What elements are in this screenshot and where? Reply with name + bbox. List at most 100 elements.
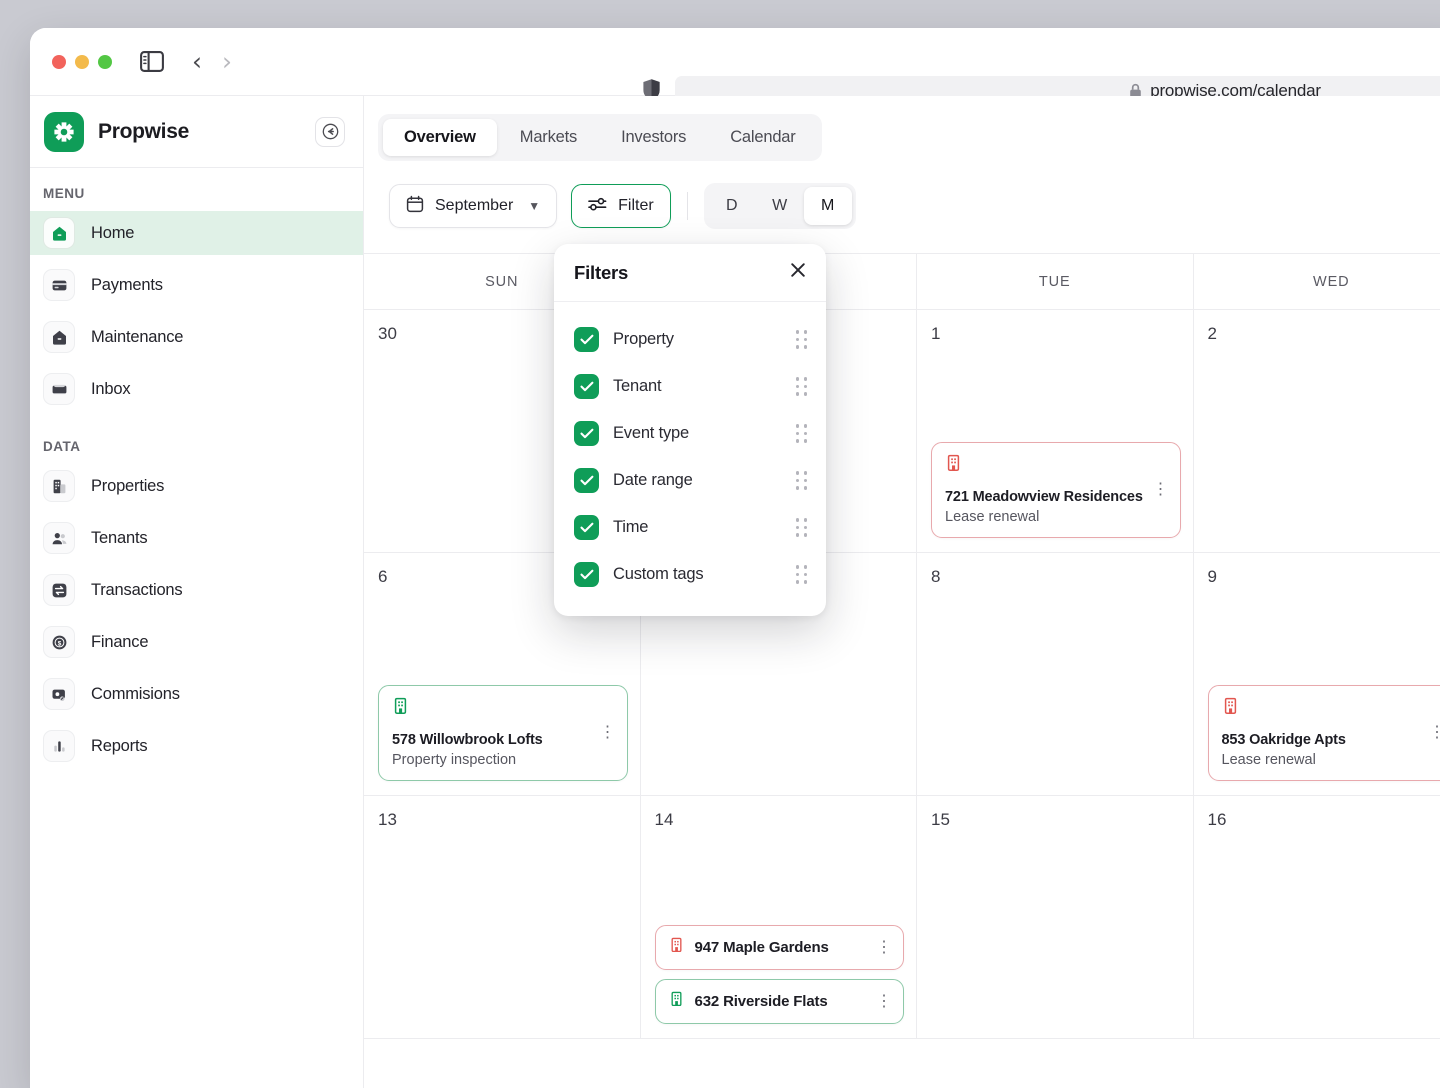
calendar-day-cell[interactable]: 16 bbox=[1194, 796, 1440, 1038]
tab-overview[interactable]: Overview bbox=[383, 119, 497, 156]
drag-handle-icon[interactable] bbox=[796, 471, 808, 489]
filter-item-tenant[interactable]: Tenant bbox=[554, 363, 826, 410]
checkbox-checked-icon[interactable] bbox=[574, 327, 599, 352]
drag-handle-icon[interactable] bbox=[796, 424, 808, 442]
checkbox-checked-icon[interactable] bbox=[574, 562, 599, 587]
sidebar-item-finance[interactable]: $ Finance bbox=[30, 620, 363, 664]
sidebar-nav: MENU Home Payments bbox=[30, 168, 363, 768]
checkbox-checked-icon[interactable] bbox=[574, 468, 599, 493]
building-icon bbox=[43, 470, 75, 502]
toolbar-divider bbox=[687, 192, 688, 220]
forward-arrow-icon[interactable]: › bbox=[222, 49, 232, 74]
sidebar-item-label: Home bbox=[91, 224, 134, 243]
sidebar-item-label: Reports bbox=[91, 737, 147, 756]
view-mode-month[interactable]: M bbox=[804, 187, 852, 225]
filter-button[interactable]: Filter bbox=[571, 184, 671, 228]
filter-label: Time bbox=[613, 518, 648, 537]
sidebar-item-label: Maintenance bbox=[91, 328, 183, 347]
day-number: 16 bbox=[1208, 810, 1440, 830]
filters-list: Property Tenant Event bbox=[554, 302, 826, 616]
sidebar-item-label: Payments bbox=[91, 276, 163, 295]
building-icon bbox=[669, 991, 684, 1012]
kebab-menu-icon[interactable]: ⋮ bbox=[1429, 725, 1440, 741]
calendar-day-cell[interactable]: 14 bbox=[641, 796, 918, 1038]
month-picker-button[interactable]: September ▼ bbox=[389, 184, 557, 228]
checkbox-checked-icon[interactable] bbox=[574, 421, 599, 446]
collapse-sidebar-icon[interactable] bbox=[315, 117, 345, 147]
day-header-wed: WED bbox=[1194, 254, 1440, 309]
kebab-menu-icon[interactable]: ⋮ bbox=[1153, 482, 1169, 498]
drag-handle-icon[interactable] bbox=[796, 565, 808, 583]
kebab-menu-icon[interactable]: ⋮ bbox=[876, 940, 892, 956]
calendar-day-cell[interactable]: 8 bbox=[917, 553, 1194, 795]
browser-window: ‹ › propwise.com/calendar bbox=[30, 28, 1440, 1088]
day-header-tue: TUE bbox=[917, 254, 1194, 309]
filter-item-event-type[interactable]: Event type bbox=[554, 410, 826, 457]
view-mode-day[interactable]: D bbox=[708, 187, 756, 225]
payments-card-icon bbox=[43, 269, 75, 301]
drag-handle-icon[interactable] bbox=[796, 377, 808, 395]
tab-investors[interactable]: Investors bbox=[600, 119, 707, 156]
calendar-day-cell[interactable]: 2 bbox=[1194, 310, 1440, 552]
sidebar-item-reports[interactable]: Reports bbox=[30, 724, 363, 768]
filters-header: Filters bbox=[554, 244, 826, 302]
filter-label: Custom tags bbox=[613, 565, 703, 584]
event-subtitle: Lease renewal bbox=[945, 509, 1168, 525]
chevron-down-icon: ▼ bbox=[528, 199, 540, 213]
filters-popover: Filters Property bbox=[554, 244, 826, 616]
event-card[interactable]: 578 Willowbrook Lofts Property inspectio… bbox=[378, 685, 628, 781]
calendar-day-cell[interactable]: 15 bbox=[917, 796, 1194, 1038]
filter-item-property[interactable]: Property bbox=[554, 316, 826, 363]
kebab-menu-icon[interactable]: ⋮ bbox=[876, 994, 892, 1010]
sidebar-section-menu-label: MENU bbox=[30, 186, 363, 211]
filter-label: Filter bbox=[618, 197, 654, 215]
filter-item-custom-tags[interactable]: Custom tags bbox=[554, 551, 826, 598]
day-number: 1 bbox=[931, 324, 1181, 344]
event-title: 632 Riverside Flats bbox=[695, 993, 828, 1010]
checkbox-checked-icon[interactable] bbox=[574, 374, 599, 399]
sidebar-item-maintenance[interactable]: Maintenance bbox=[30, 315, 363, 359]
calendar-day-cell[interactable]: 13 bbox=[364, 796, 641, 1038]
sidebar-item-inbox[interactable]: Inbox bbox=[30, 367, 363, 411]
sidebar: Propwise MENU Home bbox=[30, 96, 364, 1088]
checkbox-checked-icon[interactable] bbox=[574, 515, 599, 540]
sidebar-item-home[interactable]: Home bbox=[30, 211, 363, 255]
sidebar-item-tenants[interactable]: Tenants bbox=[30, 516, 363, 560]
sidebar-item-transactions[interactable]: Transactions bbox=[30, 568, 363, 612]
calendar-week-row: 30 31 1 bbox=[364, 310, 1440, 553]
minimize-window-button[interactable] bbox=[75, 55, 89, 69]
day-number: 9 bbox=[1208, 567, 1440, 587]
tab-markets[interactable]: Markets bbox=[499, 119, 598, 156]
sidebar-item-payments[interactable]: Payments bbox=[30, 263, 363, 307]
back-arrow-icon[interactable]: ‹ bbox=[192, 49, 202, 74]
event-card[interactable]: 721 Meadowview Residences Lease renewal … bbox=[931, 442, 1181, 538]
close-window-button[interactable] bbox=[52, 55, 66, 69]
sidebar-item-label: Properties bbox=[91, 477, 164, 496]
event-card[interactable]: 632 Riverside Flats ⋮ bbox=[655, 979, 905, 1024]
tab-calendar[interactable]: Calendar bbox=[709, 119, 816, 156]
kebab-menu-icon[interactable]: ⋮ bbox=[600, 725, 616, 741]
filter-label: Date range bbox=[613, 471, 693, 490]
calendar-day-cell[interactable]: 9 bbox=[1194, 553, 1440, 795]
building-icon bbox=[392, 697, 615, 720]
calendar-day-cell[interactable]: 1 bbox=[917, 310, 1194, 552]
filter-item-date-range[interactable]: Date range bbox=[554, 457, 826, 504]
event-card[interactable]: 947 Maple Gardens ⋮ bbox=[655, 925, 905, 970]
close-icon[interactable] bbox=[788, 260, 808, 285]
filter-item-time[interactable]: Time bbox=[554, 504, 826, 551]
drag-handle-icon[interactable] bbox=[796, 330, 808, 348]
calendar-day-headers: SUN MON TUE WED bbox=[364, 254, 1440, 310]
calendar-icon bbox=[406, 195, 424, 218]
sidebar-toggle-icon[interactable] bbox=[140, 51, 164, 72]
month-label: September bbox=[435, 197, 513, 215]
view-mode-week[interactable]: W bbox=[756, 187, 804, 225]
inbox-icon bbox=[43, 373, 75, 405]
sidebar-item-label: Inbox bbox=[91, 380, 130, 399]
sidebar-item-properties[interactable]: Properties bbox=[30, 464, 363, 508]
day-number: 8 bbox=[931, 567, 1181, 587]
drag-handle-icon[interactable] bbox=[796, 518, 808, 536]
event-card[interactable]: 853 Oakridge Apts Lease renewal ⋮ bbox=[1208, 685, 1440, 781]
sidebar-section-data-label: DATA bbox=[30, 411, 363, 464]
sidebar-item-commisions[interactable]: Commisions bbox=[30, 672, 363, 716]
maximize-window-button[interactable] bbox=[98, 55, 112, 69]
